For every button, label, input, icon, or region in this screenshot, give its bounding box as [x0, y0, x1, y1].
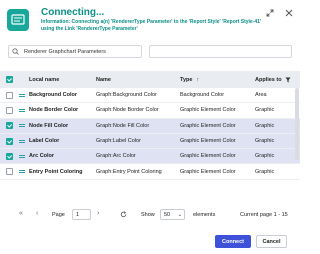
col-local-name[interactable]: Local name [19, 77, 96, 83]
row-checkbox[interactable] [6, 137, 13, 145]
cell-name: Graph:Label Color [96, 138, 141, 145]
cell-type: Graphic Element Color [180, 168, 236, 175]
row-checkbox[interactable] [6, 168, 13, 176]
col-type[interactable]: Type ↑ [180, 77, 255, 83]
cell-name: Graph:Node Border Color [96, 107, 159, 114]
table-row[interactable]: Background Color Graph:Background Color … [0, 88, 300, 104]
filter-input[interactable] [149, 45, 292, 58]
cell-type: Graphic Element Color [180, 122, 236, 129]
search-input[interactable]: Renderer Graphchart Parameters [8, 45, 142, 58]
cell-type: Graphic Element Color [180, 138, 236, 145]
cell-applies-to: Graphic [255, 153, 275, 160]
cell-local-name: Node Fill Color [29, 122, 69, 129]
parameters-table: Local name Name Type ↑ Applies to Backgr… [0, 71, 300, 180]
row-checkbox[interactable] [6, 152, 13, 160]
cell-name: Graph:Node Fill Color [96, 122, 150, 129]
row-checkbox[interactable] [6, 91, 13, 99]
page-size-value: 50 [164, 211, 171, 218]
page-label: Page [52, 211, 65, 218]
cell-type: Graphic Element Color [180, 107, 236, 114]
cell-local-name: Arc Color [29, 153, 55, 160]
drag-handle-icon[interactable] [19, 154, 25, 158]
elements-label: elements [193, 211, 216, 218]
dialog-info-text: Information: Connecting a(n) 'RendererTy… [41, 19, 262, 32]
drag-handle-icon[interactable] [19, 93, 25, 97]
cell-applies-to: Graphic [255, 168, 275, 175]
cell-name: Graph:Arc Color [96, 153, 136, 160]
pagination-bar: « ‹ Page 1 › Show 50 ⌄ elements Current … [0, 206, 300, 223]
show-label: Show [141, 211, 155, 218]
drag-handle-icon[interactable] [19, 139, 25, 143]
page-number-input[interactable]: 1 [72, 209, 91, 220]
cell-local-name: Background Color [29, 92, 77, 99]
connect-button[interactable]: Connect [215, 235, 251, 248]
current-page-text: Current page 1 - 15 [240, 211, 288, 218]
cell-applies-to: Graphic [255, 138, 275, 145]
cell-local-name: Label Color [29, 138, 60, 145]
prev-page-icon[interactable]: ‹ [36, 210, 38, 217]
cell-applies-to: Graphic [255, 122, 275, 129]
table-header: Local name Name Type ↑ Applies to [0, 71, 300, 88]
page-size-select[interactable]: 50 ⌄ [160, 209, 185, 220]
table-row[interactable]: Label Color Graph:Label Color Graphic El… [0, 133, 300, 150]
sort-up-icon: ↑ [196, 76, 200, 83]
drag-handle-icon[interactable] [19, 170, 25, 174]
cell-type: Graphic Element Color [180, 153, 236, 160]
drag-handle-icon[interactable] [19, 124, 25, 128]
col-name[interactable]: Name [96, 77, 180, 83]
close-icon[interactable] [284, 8, 294, 18]
cell-applies-to: Area [255, 92, 267, 99]
cell-local-name: Node Border Color [29, 107, 79, 114]
app-logo-icon [7, 9, 29, 31]
search-icon [12, 48, 19, 55]
next-page-icon[interactable]: › [97, 210, 99, 217]
row-checkbox[interactable] [6, 122, 13, 130]
table-row[interactable]: Node Border Color Graph:Node Border Colo… [0, 103, 300, 119]
refresh-icon[interactable] [120, 211, 127, 218]
cell-name: Graph:Background Color [96, 92, 157, 99]
table-row[interactable]: Entry Point Coloring Graph:Entry Point C… [0, 164, 300, 180]
col-applies-to[interactable]: Applies to [255, 77, 293, 83]
table-row[interactable]: Node Fill Color Graph:Node Fill Color Gr… [0, 118, 300, 134]
col-type-label: Type [180, 76, 193, 83]
cell-applies-to: Graphic [255, 107, 275, 114]
col-applies-to-label: Applies to [255, 76, 282, 83]
row-checkbox[interactable] [6, 106, 13, 114]
dialog-title: Connecting... [41, 7, 105, 18]
chevron-down-icon: ⌄ [177, 211, 182, 218]
cancel-button[interactable]: Cancel [256, 235, 287, 248]
drag-handle-icon[interactable] [19, 108, 25, 112]
select-all-checkbox[interactable] [6, 76, 13, 83]
table-row[interactable]: Arc Color Graph:Arc Color Graphic Elemen… [0, 149, 300, 165]
cell-local-name: Entry Point Coloring [29, 168, 83, 175]
cell-type: Background Color [180, 92, 225, 99]
expand-icon[interactable] [265, 8, 275, 18]
filter-icon[interactable] [285, 77, 291, 83]
first-page-icon[interactable]: « [19, 210, 23, 217]
search-value: Renderer Graphchart Parameters [24, 48, 106, 55]
cell-name: Graph:Entry Point Coloring [96, 168, 162, 175]
table-scrollbar[interactable] [295, 88, 299, 160]
